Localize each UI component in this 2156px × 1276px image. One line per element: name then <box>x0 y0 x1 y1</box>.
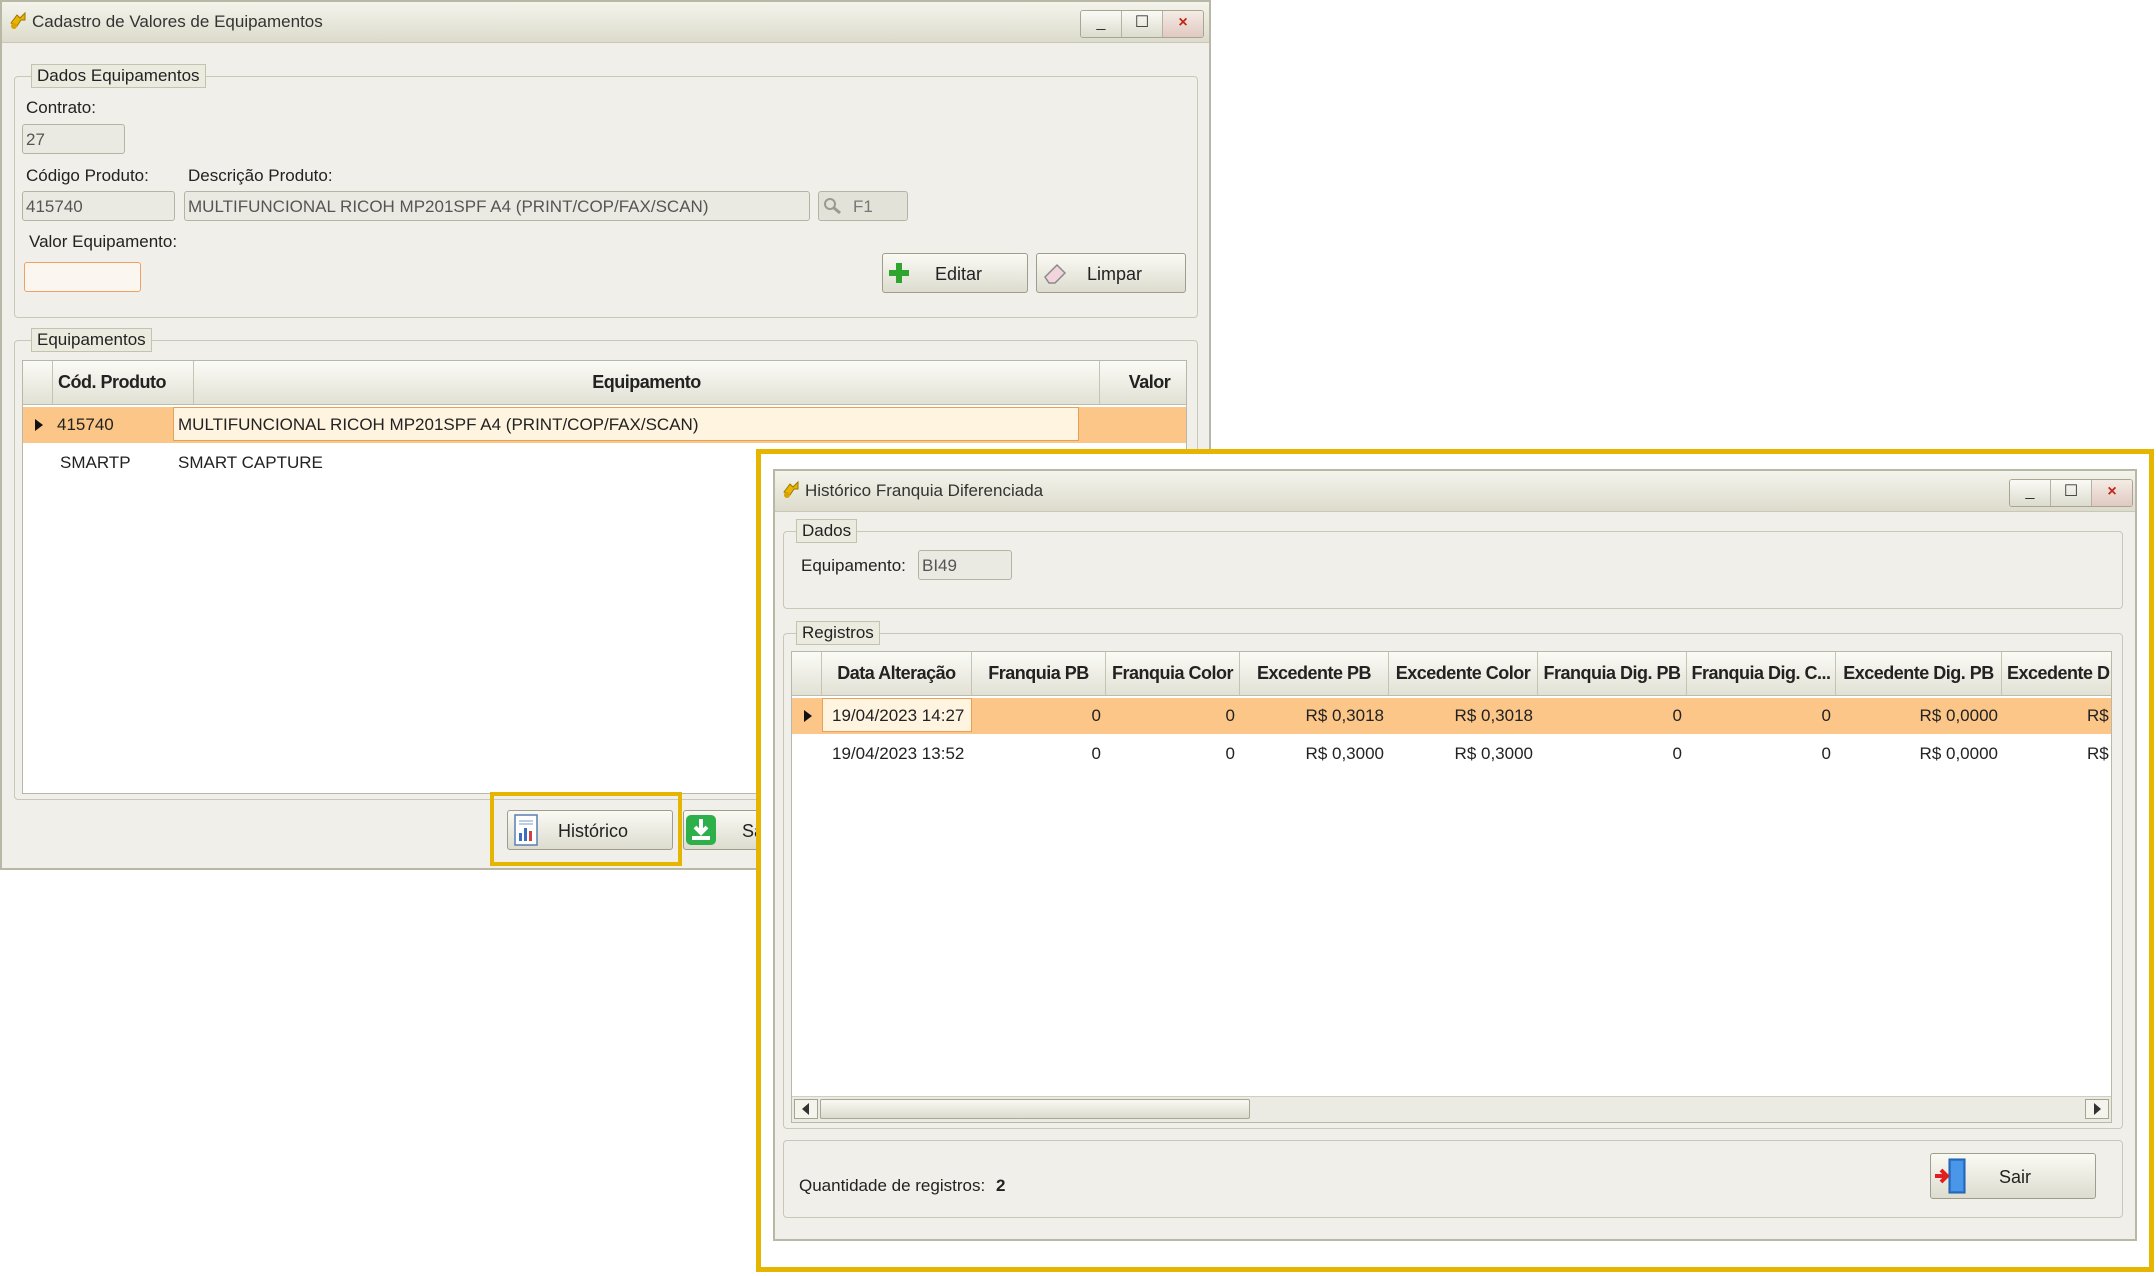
row-franquia-dig-color: 0 <box>1821 744 1831 763</box>
row-codigo: 415740 <box>57 415 114 434</box>
descricao-produto-field[interactable]: MULTIFUNCIONAL RICOH MP201SPF A4 (PRINT/… <box>184 191 810 221</box>
row-pointer-icon <box>35 419 43 431</box>
contrato-label: Contrato: <box>26 98 96 117</box>
registros-legend: Registros <box>796 621 880 645</box>
eraser-icon <box>1044 263 1067 284</box>
search-key-label: F1 <box>853 197 873 216</box>
plus-icon <box>889 263 909 283</box>
row-excedente-dig-pb: R$ 0,0000 <box>1919 706 1998 725</box>
sair-label: Sair <box>1999 1167 2032 1187</box>
scroll-thumb[interactable] <box>820 1099 1250 1119</box>
scroll-right-button[interactable] <box>2085 1099 2109 1119</box>
col-header-excedente-dig-pb[interactable]: Excedente Dig. PB <box>1836 652 2002 696</box>
valor-equipamento-label: Valor Equipamento: <box>29 232 178 251</box>
arrow-right-icon <box>2094 1103 2101 1115</box>
descricao-produto-label: Descrição Produto: <box>188 166 333 185</box>
row-data-cell[interactable]: 19/04/2023 14:27 <box>822 698 972 732</box>
scroll-left-button[interactable] <box>794 1099 818 1119</box>
row-header-corner <box>23 361 53 405</box>
editar-button[interactable]: Editar <box>882 253 1028 293</box>
row-data-alteracao: 19/04/2023 13:52 <box>832 744 965 763</box>
dados-legend: Dados <box>796 519 858 543</box>
horizontal-scrollbar[interactable] <box>792 1096 2111 1122</box>
sair-button[interactable]: Sair <box>1930 1153 2096 1199</box>
contrato-field[interactable]: 27 <box>22 124 125 154</box>
historico-title: Histórico Franquia Diferenciada <box>805 481 1044 500</box>
row-excedente-color: R$ 0,3018 <box>1454 706 1533 725</box>
col-header-excedente-color[interactable]: Excedente Color <box>1389 652 1538 696</box>
arrow-left-icon <box>802 1103 809 1115</box>
col-header-excedente-pb[interactable]: Excedente PB <box>1240 652 1389 696</box>
valor-equipamento-field[interactable] <box>24 262 141 292</box>
close-button[interactable]: × <box>2092 480 2132 506</box>
row-excedente-dig-pb: R$ 0,0000 <box>1919 744 1998 763</box>
table-row[interactable]: 415740 MULTIFUNCIONAL RICOH MP201SPF A4 … <box>23 407 1186 443</box>
cadastro-window-buttons: _ ☐ × <box>1080 10 1204 38</box>
save-download-icon <box>686 815 716 845</box>
row-equipamento: MULTIFUNCIONAL RICOH MP201SPF A4 (PRINT/… <box>178 415 699 434</box>
row-franquia-color: 0 <box>1225 706 1235 725</box>
row-codigo: SMARTP <box>60 453 131 472</box>
row-franquia-dig-color: 0 <box>1821 706 1831 725</box>
table-row[interactable]: 19/04/2023 14:27 0 0 R$ 0,3018 R$ 0,3018… <box>792 698 2111 734</box>
table-row[interactable]: 19/04/2023 13:52 0 0 R$ 0,3000 R$ 0,3000… <box>792 736 2111 772</box>
minimize-button[interactable]: _ <box>2010 480 2051 506</box>
maximize-button[interactable]: ☐ <box>2051 480 2092 506</box>
row-excedente-color: R$ 0,3000 <box>1454 744 1533 763</box>
minimize-button[interactable]: _ <box>1081 11 1122 37</box>
row-excedente-pb: R$ 0,3000 <box>1305 744 1384 763</box>
editar-label: Editar <box>935 264 983 284</box>
col-header-valor[interactable]: Valor <box>1100 361 1186 405</box>
cadastro-title: Cadastro de Valores de Equipamentos <box>32 12 323 31</box>
col-header-franquia-dig-pb[interactable]: Franquia Dig. PB <box>1538 652 1687 696</box>
row-franquia-pb: 0 <box>1091 744 1101 763</box>
app-icon <box>783 480 799 498</box>
row-excedente-pb: R$ 0,3018 <box>1305 706 1384 725</box>
row-excedente-dig-color: R$ <box>2087 706 2109 725</box>
row-pointer-icon <box>804 710 812 722</box>
quantidade-label: Quantidade de registros: <box>799 1176 986 1195</box>
row-equipamento: SMART CAPTURE <box>178 453 323 472</box>
row-franquia-color: 0 <box>1225 744 1235 763</box>
row-franquia-dig-pb: 0 <box>1672 706 1682 725</box>
row-excedente-dig-color: R$ <box>2087 744 2109 763</box>
col-header-excedente-dig-color[interactable]: Excedente D <box>2002 652 2111 696</box>
equipamento-label: Equipamento: <box>801 556 906 575</box>
app-icon <box>10 11 26 29</box>
col-header-franquia-dig-color[interactable]: Franquia Dig. C... <box>1687 652 1836 696</box>
equipamento-field[interactable]: BI49 <box>918 550 1012 580</box>
row-data-alteracao: 19/04/2023 14:27 <box>832 706 965 725</box>
row-franquia-dig-pb: 0 <box>1672 744 1682 763</box>
maximize-button[interactable]: ☐ <box>1122 11 1163 37</box>
cadastro-titlebar: Cadastro de Valores de Equipamentos _ ☐ … <box>2 2 1209 43</box>
limpar-button[interactable]: Limpar <box>1036 253 1186 293</box>
col-header-codigo[interactable]: Cód. Produto <box>53 361 194 405</box>
codigo-produto-field[interactable]: 415740 <box>22 191 175 221</box>
row-franquia-pb: 0 <box>1091 706 1101 725</box>
limpar-label: Limpar <box>1087 264 1143 284</box>
historico-highlight <box>490 792 682 866</box>
historico-window-buttons: _ ☐ × <box>2009 479 2133 507</box>
historico-window: Histórico Franquia Diferenciada _ ☐ × Da… <box>773 469 2137 1241</box>
equipamentos-legend: Equipamentos <box>31 328 152 352</box>
col-header-franquia-pb[interactable]: Franquia PB <box>972 652 1106 696</box>
row-header-corner <box>792 652 822 696</box>
registros-grid: Data Alteração Franquia PB Franquia Colo… <box>791 651 2112 1123</box>
col-header-equipamento[interactable]: Equipamento <box>194 361 1100 405</box>
col-header-data-alteracao[interactable]: Data Alteração <box>822 652 972 696</box>
row-equipamento-cell[interactable]: MULTIFUNCIONAL RICOH MP201SPF A4 (PRINT/… <box>173 407 1079 441</box>
magnifier-icon <box>824 198 841 215</box>
close-button[interactable]: × <box>1163 11 1203 37</box>
search-button[interactable]: F1 <box>818 191 908 221</box>
dados-equipamentos-legend: Dados Equipamentos <box>31 64 206 88</box>
col-header-franquia-color[interactable]: Franquia Color <box>1106 652 1240 696</box>
exit-door-icon <box>1935 1158 1966 1194</box>
codigo-produto-label: Código Produto: <box>26 166 149 185</box>
quantidade-value: 2 <box>996 1176 1006 1195</box>
historico-titlebar: Histórico Franquia Diferenciada _ ☐ × <box>775 471 2135 512</box>
